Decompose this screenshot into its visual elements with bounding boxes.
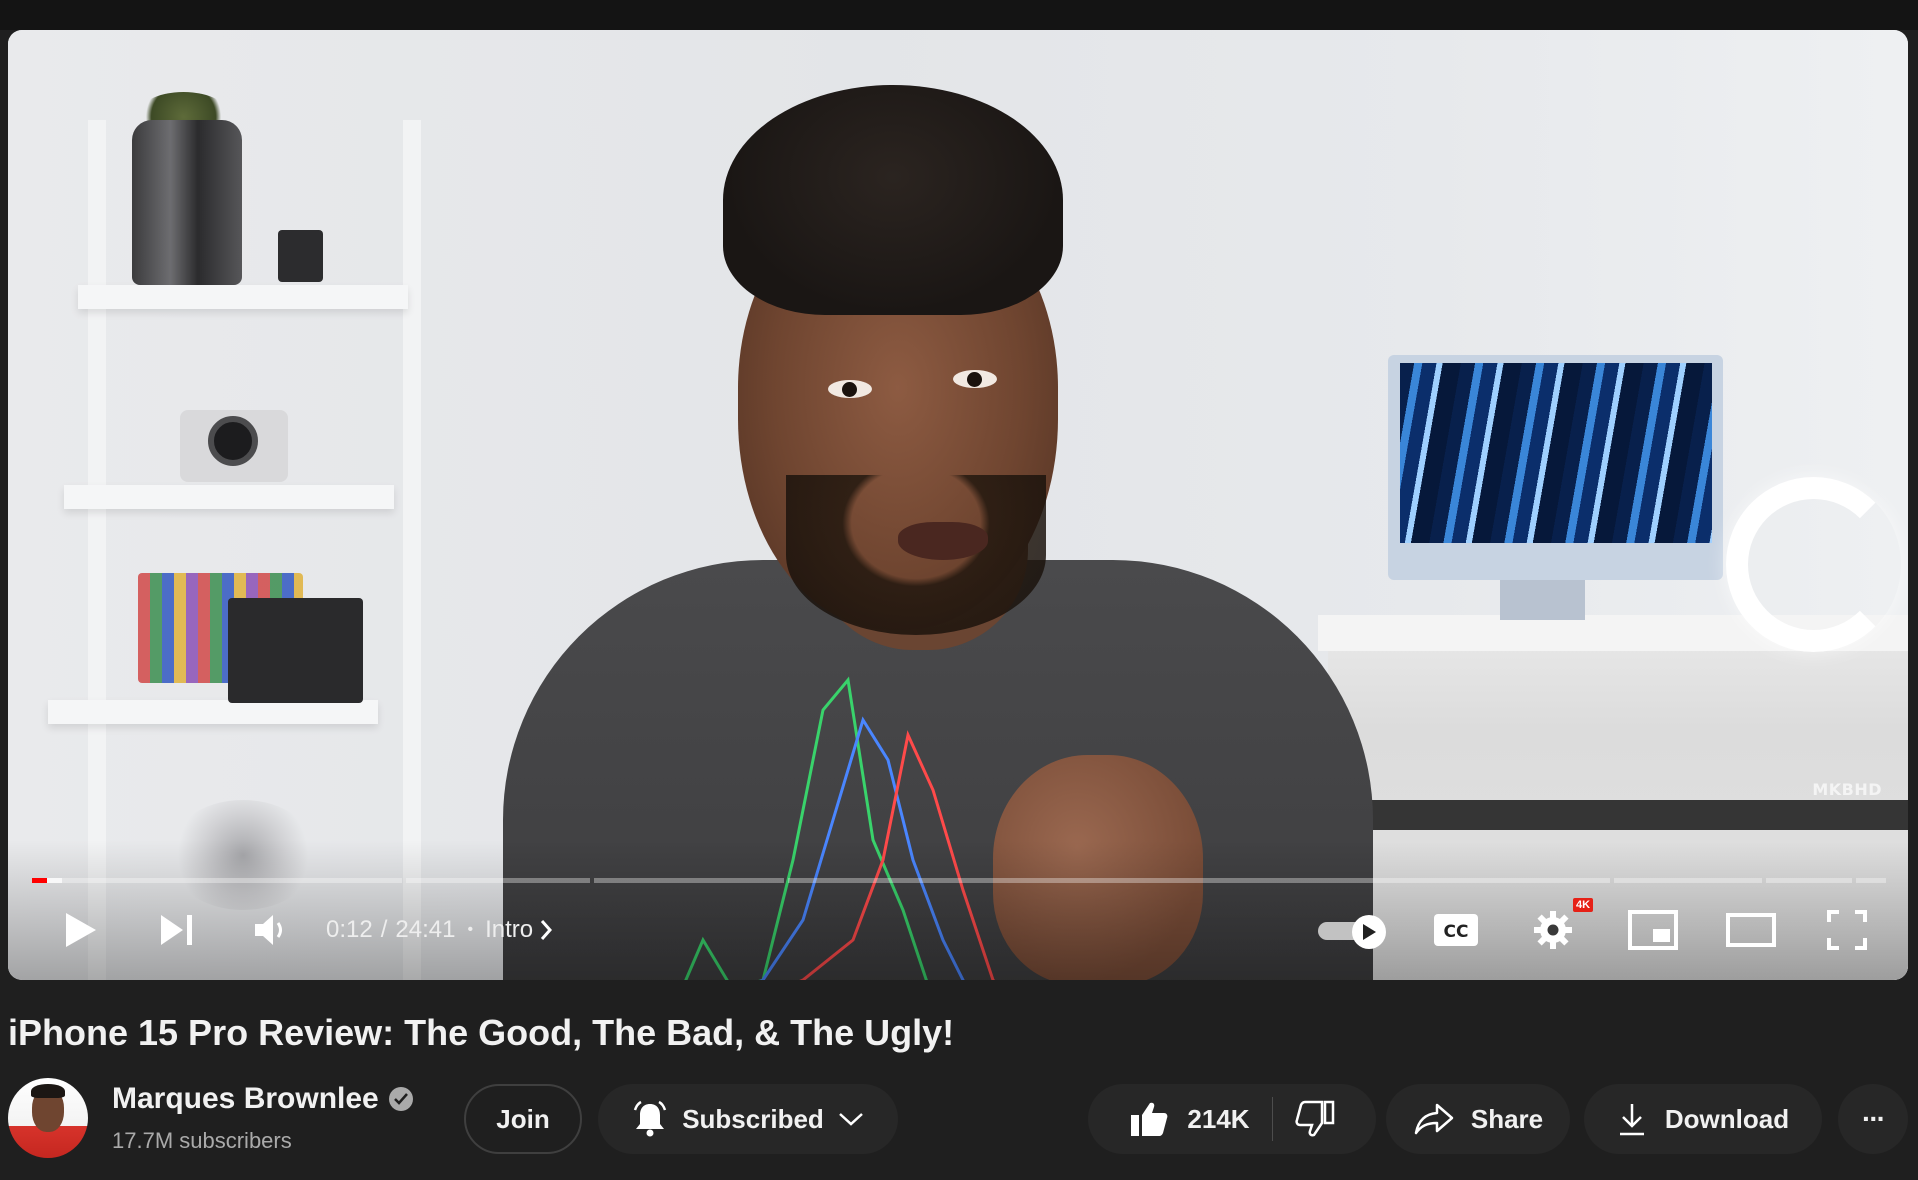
like-button[interactable]: 214K — [1107, 1084, 1271, 1154]
svg-text:CC: CC — [1444, 922, 1469, 942]
chapter-segment[interactable] — [788, 878, 1610, 883]
verified-badge-icon — [388, 1087, 413, 1111]
dark-card-prop — [228, 598, 363, 703]
skip-next-icon — [161, 915, 192, 945]
camera-lens — [208, 416, 258, 466]
share-label: Share — [1470, 1103, 1544, 1134]
join-button[interactable]: Join — [464, 1084, 582, 1154]
ring-light — [1726, 477, 1901, 652]
thumbs-up-icon — [1131, 1102, 1168, 1136]
chapter-label: Intro — [485, 916, 534, 943]
presenter-eye — [828, 380, 872, 398]
monitor-screen — [1400, 363, 1712, 543]
channel-name: Marques Brownlee — [112, 1082, 379, 1115]
miniplayer-icon — [1628, 910, 1678, 950]
next-button[interactable] — [142, 900, 212, 960]
chapter-segment[interactable] — [594, 878, 784, 883]
channel-avatar[interactable] — [8, 1078, 88, 1158]
shelf-board — [64, 485, 394, 509]
bell-icon — [634, 1100, 667, 1137]
cc-icon: CC — [1434, 914, 1478, 946]
quality-badge: 4K — [1573, 898, 1594, 912]
time-display: 0:12 / 24:41 • Intro — [326, 900, 553, 960]
player-controls: 0:12 / 24:41 • Intro CC 4K — [8, 898, 1908, 960]
like-dislike-group: 214K — [1088, 1084, 1376, 1154]
current-time: 0:12 — [326, 916, 373, 943]
duration: 24:41 — [395, 916, 456, 943]
monitor-stand — [1500, 580, 1585, 620]
cup — [278, 230, 323, 282]
thumbs-down-icon — [1294, 1100, 1334, 1137]
channel-watermark: MKBHD — [1812, 780, 1882, 799]
autoplay-toggle[interactable] — [1318, 915, 1388, 949]
vase — [132, 120, 242, 285]
shelf-board — [78, 285, 408, 309]
chapter-segment[interactable] — [1766, 878, 1852, 883]
video-frame[interactable]: MKBHD — [8, 30, 1908, 980]
theater-mode-icon — [1726, 913, 1776, 947]
avatar-hair — [31, 1084, 65, 1098]
shelf-board — [48, 700, 378, 724]
more-icon: ··· — [1862, 1103, 1886, 1134]
chapter-segment[interactable] — [1614, 878, 1762, 883]
autoplay-toggle-icon — [1363, 924, 1376, 940]
chevron-down-icon — [838, 1113, 863, 1126]
time-separator: / — [380, 916, 388, 943]
download-icon — [1619, 1104, 1644, 1136]
fullscreen-button[interactable] — [1814, 900, 1880, 960]
channel-name-link[interactable]: Marques Brownlee — [112, 1082, 413, 1116]
download-label: Download — [1664, 1103, 1790, 1134]
like-count: 214K — [1187, 1103, 1250, 1134]
progress-bar[interactable] — [32, 878, 1886, 883]
gear-icon — [1534, 911, 1572, 949]
more-actions-button[interactable]: ··· — [1838, 1084, 1908, 1154]
played-fill[interactable] — [32, 878, 47, 883]
miniplayer-button[interactable] — [1620, 900, 1686, 960]
mute-button[interactable] — [236, 900, 306, 960]
presenter-hair — [723, 85, 1063, 315]
subscribed-button[interactable]: Subscribed — [598, 1084, 898, 1154]
dislike-button[interactable] — [1273, 1084, 1357, 1154]
share-icon — [1414, 1103, 1454, 1135]
fullscreen-icon — [1827, 910, 1867, 950]
theater-mode-button[interactable] — [1714, 900, 1788, 960]
desk-edge — [1348, 800, 1908, 830]
top-bar — [0, 0, 1918, 30]
presenter-eye — [953, 370, 997, 388]
play-icon — [66, 913, 96, 947]
chapter-segment[interactable] — [1856, 878, 1886, 883]
presenter-mouth — [898, 522, 988, 560]
chapter-dot: • — [467, 921, 474, 938]
video-title: iPhone 15 Pro Review: The Good, The Bad,… — [8, 1012, 955, 1053]
download-button[interactable]: Download — [1584, 1084, 1822, 1154]
subscriber-count: 17.7M subscribers — [112, 1128, 292, 1153]
subscribed-label: Subscribed — [682, 1103, 824, 1134]
volume-icon — [255, 915, 282, 945]
video-player[interactable]: MKBHD 0:12 / 24:41 • Intro CC 4K — [8, 30, 1908, 980]
captions-button[interactable]: CC — [1426, 900, 1486, 960]
chapter-button[interactable]: Intro — [485, 916, 553, 944]
play-button[interactable] — [46, 900, 116, 960]
share-button[interactable]: Share — [1386, 1084, 1570, 1154]
chapter-segment[interactable] — [406, 878, 590, 883]
chevron-right-icon — [540, 920, 553, 940]
channel-actions-row: Marques Brownlee 17.7M subscribers Join … — [8, 1078, 1910, 1158]
autoplay-knob — [1352, 915, 1386, 949]
chapter-segment[interactable] — [32, 878, 402, 883]
